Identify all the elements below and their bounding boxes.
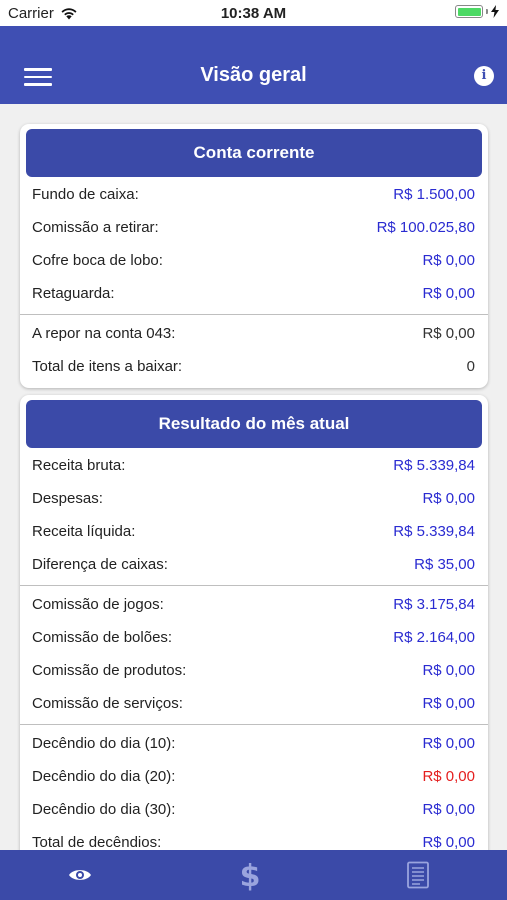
row-label: Receita bruta: <box>32 457 126 474</box>
row-label: Decêndio do dia (20): <box>32 768 176 785</box>
row-label: Comissão de jogos: <box>32 596 164 613</box>
tab-finance[interactable]: $ <box>220 850 280 900</box>
row-label: Receita líquida: <box>32 523 136 540</box>
row-value: R$ 5.339,84 <box>393 457 475 474</box>
row-label: Decêndio do dia (10): <box>32 735 176 752</box>
charging-bolt-icon <box>491 5 499 18</box>
list-item: Despesas: R$ 0,00 <box>20 483 488 516</box>
row-value: R$ 1.500,00 <box>393 186 475 203</box>
list-item: Total de decêndios: R$ 0,00 <box>20 827 488 850</box>
card-header-resultado: Resultado do mês atual <box>26 400 482 448</box>
row-value: R$ 0,00 <box>422 285 475 302</box>
row-label: Diferença de caixas: <box>32 556 168 573</box>
list-item: Retaguarda: R$ 0,00 <box>20 278 488 311</box>
list-item: Receita líquida: R$ 5.339,84 <box>20 516 488 549</box>
row-value: 0 <box>466 358 475 375</box>
row-value: R$ 0,00 <box>422 768 475 785</box>
battery-group <box>455 5 499 18</box>
row-value: R$ 0,00 <box>422 801 475 818</box>
row-value: R$ 2.164,00 <box>393 629 475 646</box>
page-title: Visão geral <box>200 64 307 86</box>
list-item: Decêndio do dia (30): R$ 0,00 <box>20 794 488 827</box>
tab-reports[interactable] <box>388 850 448 900</box>
list-item: Decêndio do dia (20): R$ 0,00 <box>20 761 488 794</box>
document-icon <box>407 861 429 889</box>
tab-overview[interactable] <box>50 850 110 900</box>
status-bar: Carrier 10:38 AM <box>0 0 507 26</box>
list-item: Comissão a retirar: R$ 100.025,80 <box>20 212 488 245</box>
svg-text:$: $ <box>240 859 261 891</box>
list-item: Total de itens a baixar: 0 <box>20 351 488 384</box>
list-item: Diferença de caixas: R$ 35,00 <box>20 549 488 582</box>
row-label: Total de itens a baixar: <box>32 358 183 375</box>
row-label: Comissão de serviços: <box>32 695 183 712</box>
list-item: Receita bruta: R$ 5.339,84 <box>20 450 488 483</box>
list-item: Comissão de bolões: R$ 2.164,00 <box>20 622 488 655</box>
divider <box>20 314 488 315</box>
tab-bar: $ <box>0 850 507 900</box>
row-value: R$ 0,00 <box>422 662 475 679</box>
info-icon[interactable]: i <box>474 66 494 86</box>
row-label: Cofre boca de lobo: <box>32 252 163 269</box>
list-item: A repor na conta 043: R$ 0,00 <box>20 318 488 351</box>
row-value: R$ 0,00 <box>422 735 475 752</box>
list-item: Cofre boca de lobo: R$ 0,00 <box>20 245 488 278</box>
battery-icon <box>455 5 483 18</box>
list-item: Comissão de produtos: R$ 0,00 <box>20 655 488 688</box>
dollar-sign-icon: $ <box>240 859 261 891</box>
battery-tip <box>486 9 488 14</box>
status-time: 10:38 AM <box>220 5 287 22</box>
row-label: Comissão de produtos: <box>32 662 187 679</box>
list-item: Comissão de jogos: R$ 3.175,84 <box>20 589 488 622</box>
row-value: R$ 3.175,84 <box>393 596 475 613</box>
resultado-mes-card: Resultado do mês atual Receita bruta: R$… <box>20 395 488 850</box>
list-item: Comissão de serviços: R$ 0,00 <box>20 688 488 721</box>
row-label: Fundo de caixa: <box>32 186 139 203</box>
row-value: R$ 100.025,80 <box>376 219 475 236</box>
divider <box>20 585 488 586</box>
list-item: Fundo de caixa: R$ 1.500,00 <box>20 179 488 212</box>
nav-bar: Visão geral i <box>0 26 507 104</box>
conta-corrente-card: Conta corrente Fundo de caixa: R$ 1.500,… <box>20 124 488 388</box>
divider <box>20 724 488 725</box>
row-label: Decêndio do dia (30): <box>32 801 176 818</box>
list-item: Decêndio do dia (10): R$ 0,00 <box>20 728 488 761</box>
row-label: Total de decêndios: <box>32 834 162 850</box>
card-header-conta-corrente: Conta corrente <box>26 129 482 177</box>
row-value: R$ 0,00 <box>422 252 475 269</box>
row-value: R$ 0,00 <box>422 325 475 342</box>
row-value: R$ 5.339,84 <box>393 523 475 540</box>
row-value: R$ 0,00 <box>422 834 475 850</box>
row-label: Comissão a retirar: <box>32 219 159 236</box>
row-value: R$ 0,00 <box>422 695 475 712</box>
row-label: Despesas: <box>32 490 103 507</box>
row-value: R$ 35,00 <box>414 556 475 573</box>
row-value: R$ 0,00 <box>422 490 475 507</box>
row-label: A repor na conta 043: <box>32 325 176 342</box>
overview-content[interactable]: Conta corrente Fundo de caixa: R$ 1.500,… <box>0 104 507 850</box>
row-label: Comissão de bolões: <box>32 629 173 646</box>
eye-icon <box>69 870 91 880</box>
row-label: Retaguarda: <box>32 285 115 302</box>
